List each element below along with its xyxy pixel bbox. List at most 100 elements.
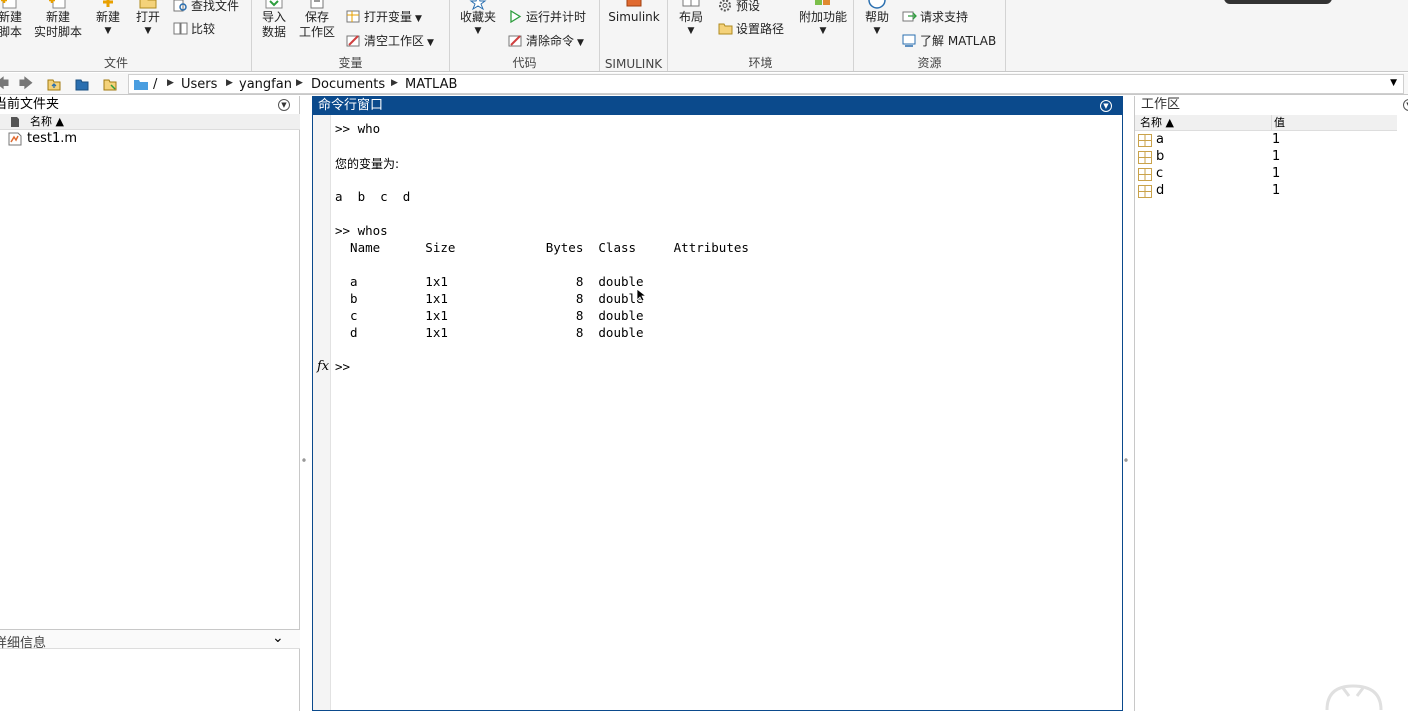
request-support-icon xyxy=(902,10,917,23)
save-workspace-button[interactable]: 保存 工作区 xyxy=(296,0,338,40)
crumb-yangfan[interactable]: yangfan xyxy=(239,77,292,92)
column-value-header[interactable]: 值 xyxy=(1271,115,1285,131)
import-data-button[interactable]: 导入 数据 xyxy=(258,0,290,40)
panel-actions-icon[interactable]: ▼ xyxy=(1100,100,1112,112)
current-folder-panel: 当前文件夹 ▼ 名称 ▲ test1.m 详细信息 ⌄ xyxy=(0,96,300,711)
browse-folder-icon[interactable] xyxy=(74,76,90,92)
variable-matrix-icon xyxy=(1138,185,1152,201)
address-bar: 🡄 🡆 / ▶ Users ▶ yangfan ▶ Documents ▶ MA… xyxy=(0,73,1408,95)
new-script-label-2: 脚本 xyxy=(0,25,22,39)
preferences-button[interactable]: 预设 xyxy=(718,0,760,14)
help-button[interactable]: 帮助 ▼ xyxy=(862,0,892,37)
column-name-header[interactable]: 名称 ▲ xyxy=(30,114,64,130)
search-documentation-field[interactable] xyxy=(1224,0,1332,4)
compare-icon xyxy=(173,22,188,35)
panel-actions-icon[interactable]: ▼ xyxy=(1403,99,1408,111)
open-variable-button[interactable]: 打开变量 ▼ xyxy=(346,9,422,27)
new-live-script-button[interactable]: 新建 实时脚本 xyxy=(32,0,84,40)
add-ons-dropdown-icon: ▼ xyxy=(819,26,827,36)
preferences-label: 预设 xyxy=(736,0,761,13)
simulink-button[interactable]: Simulink xyxy=(608,0,660,25)
file-group: 新建 脚本 新建 实时脚本 新建 ▼ 打开 ▼ 查找文件 比较 文件 xyxy=(0,0,252,71)
forward-arrow-icon[interactable]: 🡆 xyxy=(18,76,34,92)
back-arrow-icon[interactable]: 🡄 xyxy=(0,76,10,92)
table-row[interactable]: d 1 xyxy=(1135,183,1397,200)
video-watermark-icon xyxy=(1323,680,1385,711)
set-path-label: 设置路径 xyxy=(736,22,785,36)
crumb-separator-icon[interactable]: ▶ xyxy=(296,78,303,88)
output-line: 您的变量为: xyxy=(335,157,400,171)
file-name: test1.m xyxy=(27,131,78,146)
variable-matrix-icon xyxy=(1138,134,1152,150)
clear-workspace-label: 清空工作区 xyxy=(364,34,425,48)
crumb-separator-icon[interactable]: ▶ xyxy=(391,78,398,88)
clear-commands-dropdown-icon: ▼ xyxy=(577,38,584,48)
import-data-label-1: 导入 xyxy=(261,10,286,24)
table-row[interactable]: c 1 xyxy=(1135,166,1397,183)
layout-button[interactable]: 布局 ▼ xyxy=(676,0,706,37)
run-and-time-label: 运行并计时 xyxy=(526,10,587,24)
open-dropdown-icon: ▼ xyxy=(144,26,152,36)
file-list: test1.m xyxy=(0,130,300,148)
table-row[interactable]: a 1 xyxy=(1135,132,1397,149)
run-and-time-button[interactable]: 运行并计时 xyxy=(508,9,586,25)
set-path-button[interactable]: 设置路径 xyxy=(718,21,784,37)
clear-commands-button[interactable]: 清除命令 ▼ xyxy=(508,33,584,51)
find-files-icon xyxy=(173,0,188,12)
request-support-button[interactable]: 请求支持 xyxy=(902,9,968,25)
crumb-root[interactable]: / xyxy=(153,77,157,92)
current-folder-title: 当前文件夹 xyxy=(0,97,60,112)
add-ons-button[interactable]: 附加功能 ▼ xyxy=(796,0,850,37)
new-script-button[interactable]: 新建 脚本 xyxy=(0,0,28,40)
list-item[interactable]: test1.m xyxy=(0,130,300,148)
path-input[interactable]: / ▶ Users ▶ yangfan ▶ Documents ▶ MATLAB… xyxy=(128,74,1404,94)
find-files-button[interactable]: 查找文件 xyxy=(173,0,239,14)
variable-list: a 1 b 1 c 1 d 1 xyxy=(1135,132,1397,200)
variable-matrix-icon xyxy=(1138,151,1152,167)
output-line: a b c d xyxy=(335,189,411,204)
resources-group: 帮助 ▼ 请求支持 了解 MATLAB 资源 xyxy=(854,0,1006,71)
open-button[interactable]: 打开 ▼ xyxy=(132,0,164,37)
right-splitter[interactable]: ⦁ xyxy=(1124,455,1130,464)
command-window-panel[interactable]: 命令行窗口 ▼ >> who 您的变量为: a b c d >> whos Na… xyxy=(312,96,1123,711)
open-variable-icon xyxy=(346,10,361,23)
output-line: a 1x1 8 double xyxy=(335,274,644,289)
table-row[interactable]: b 1 xyxy=(1135,149,1397,166)
crumb-matlab[interactable]: MATLAB xyxy=(405,77,457,92)
variable-group-label: 变量 xyxy=(338,56,363,70)
save-workspace-icon xyxy=(306,0,328,10)
column-name-header[interactable]: 名称 ▲ xyxy=(1140,115,1174,131)
function-browser-fx-icon[interactable]: fx xyxy=(317,359,329,374)
variable-value: 1 xyxy=(1272,149,1281,164)
help-dropdown-icon: ▼ xyxy=(873,26,881,36)
output-line: >> who xyxy=(335,121,381,136)
column-header: 名称 ▲ xyxy=(0,114,300,130)
favorites-button[interactable]: 收藏夹 ▼ xyxy=(458,0,498,37)
crumb-separator-icon[interactable]: ▶ xyxy=(167,78,174,88)
new-button[interactable]: 新建 ▼ xyxy=(92,0,124,37)
compare-button[interactable]: 比较 xyxy=(173,21,215,37)
crumb-users[interactable]: Users xyxy=(181,77,217,92)
clear-workspace-button[interactable]: 清空工作区 ▼ xyxy=(346,33,434,51)
variable-name: a xyxy=(1156,132,1164,147)
toolstrip-ribbon: 新建 脚本 新建 实时脚本 新建 ▼ 打开 ▼ 查找文件 比较 文件 导入 数据… xyxy=(0,0,1408,72)
simulink-group-label: SIMULINK xyxy=(604,57,663,71)
find-in-folder-icon[interactable] xyxy=(102,76,118,92)
variable-value: 1 xyxy=(1272,183,1281,198)
folder-icon xyxy=(133,78,149,94)
panel-actions-icon[interactable]: ▼ xyxy=(278,99,290,111)
learn-matlab-button[interactable]: 了解 MATLAB xyxy=(902,33,996,49)
path-dropdown-icon[interactable]: ▼ xyxy=(1390,78,1397,88)
variable-value: 1 xyxy=(1272,132,1281,147)
favorites-star-icon xyxy=(467,0,489,11)
up-folder-icon[interactable] xyxy=(46,76,62,92)
chevron-down-icon[interactable]: ⌄ xyxy=(272,630,284,646)
command-prompt[interactable]: >> xyxy=(335,359,350,374)
crumb-separator-icon[interactable]: ▶ xyxy=(226,78,233,88)
compare-label: 比较 xyxy=(191,22,216,36)
crumb-documents[interactable]: Documents xyxy=(311,77,385,92)
new-script-icon xyxy=(0,0,21,10)
output-line: b 1x1 8 double xyxy=(335,291,644,306)
left-splitter[interactable]: ⦁ xyxy=(302,455,308,464)
layout-label: 布局 xyxy=(678,10,703,24)
